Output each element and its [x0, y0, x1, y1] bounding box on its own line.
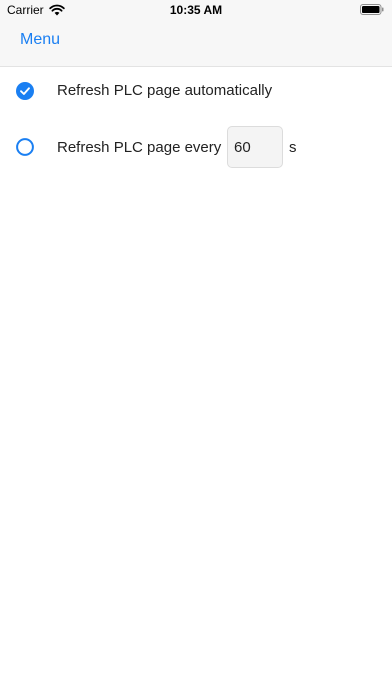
- interval-unit-label: s: [289, 139, 297, 156]
- battery-icon: [360, 4, 384, 15]
- auto-refresh-option[interactable]: Refresh PLC page automatically: [0, 76, 392, 106]
- menu-back-button[interactable]: Menu: [20, 31, 60, 49]
- interval-refresh-option[interactable]: Refresh PLC page every s: [0, 126, 392, 168]
- status-bar: Carrier 10:35 AM: [0, 0, 392, 22]
- radio-unchecked-icon[interactable]: [16, 138, 34, 156]
- navigation-bar: Menu: [0, 22, 392, 66]
- auto-refresh-label: Refresh PLC page automatically: [57, 82, 273, 99]
- interval-refresh-label: Refresh PLC page every: [57, 139, 222, 156]
- status-time: 10:35 AM: [169, 3, 223, 17]
- refresh-interval-input[interactable]: [227, 126, 283, 168]
- top-area: Carrier 10:35 AM Menu: [0, 0, 392, 67]
- radio-checked-icon[interactable]: [16, 82, 34, 100]
